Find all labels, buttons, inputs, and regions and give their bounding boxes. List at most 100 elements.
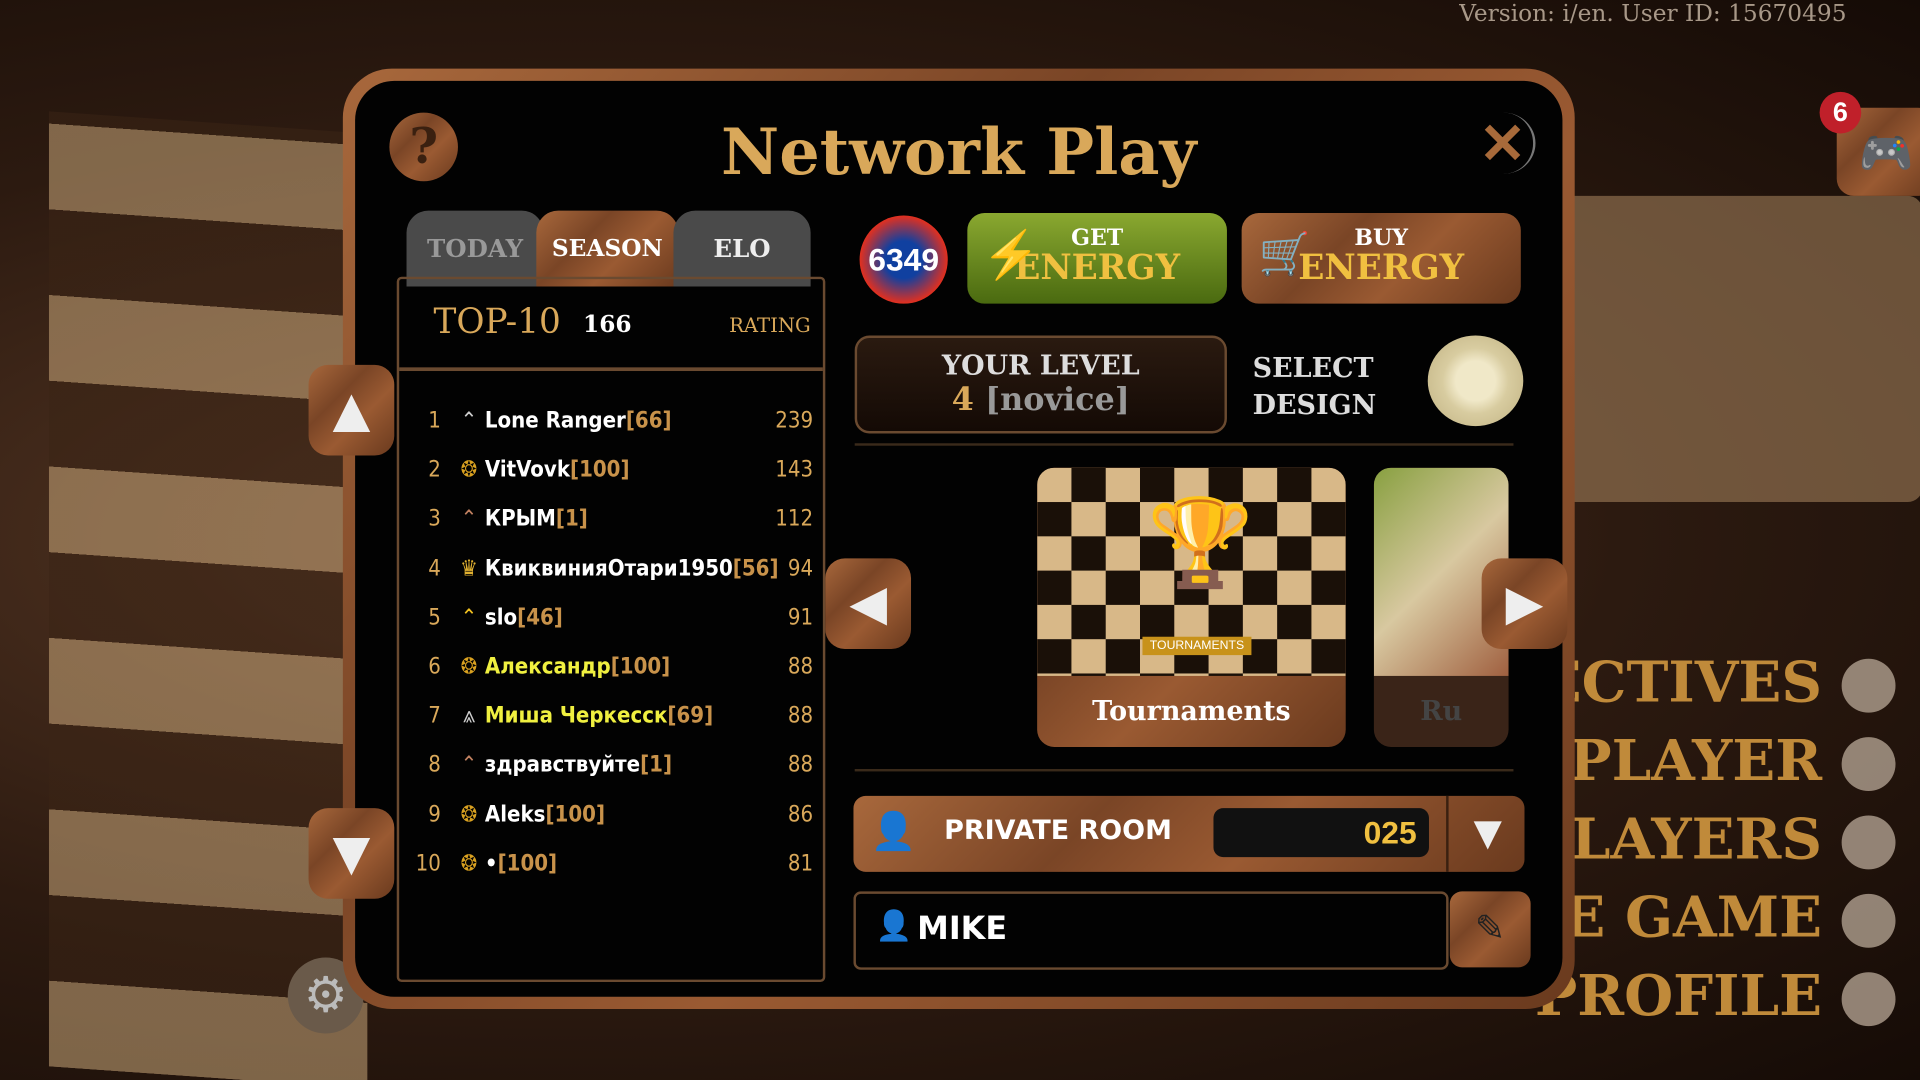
tab-today[interactable]: TODAY	[406, 210, 544, 287]
rank: 2	[428, 456, 441, 483]
player-entry: Aleks[100]	[485, 791, 605, 840]
background-board-right	[1530, 195, 1920, 503]
player-entry: Александр[100]	[485, 643, 670, 692]
tab-season[interactable]: SEASON 166	[536, 210, 679, 338]
player-level: [100]	[570, 456, 630, 483]
player-level: [56]	[732, 555, 779, 582]
rating: 239	[775, 407, 814, 434]
trophy-icon: 🏆	[1147, 492, 1255, 593]
tab-elo[interactable]: ELO	[673, 210, 811, 287]
energy-counter: 6349	[859, 215, 948, 304]
player-name: MIKE	[917, 911, 1008, 948]
leaderboard-row[interactable]: 5 ⌃ slo[46] 91	[411, 594, 813, 643]
rating: 81	[787, 850, 814, 877]
carousel-next-button[interactable]: ▶	[1481, 558, 1568, 649]
tournaments-label: Tournaments	[1092, 695, 1291, 728]
player-level: [1]	[555, 506, 588, 532]
leaderboard-row[interactable]: 10 ❂ •[100] 81	[411, 840, 813, 889]
chevron-silver-triple-icon: ⩓	[462, 703, 476, 729]
player-level: [100]	[610, 653, 671, 680]
rating: 91	[787, 604, 814, 631]
menu-profile[interactable]: PROFILE	[1535, 962, 1822, 1028]
background-board	[48, 111, 368, 1080]
close-button[interactable]: ✕	[1472, 113, 1536, 174]
network-play-dialog: ? Network Play ✕ TODAY SEASON 166 ELO TO…	[308, 68, 1575, 1009]
chevron-gold-icon: ⌃	[460, 604, 478, 631]
carousel-prev-button[interactable]: ◀	[825, 558, 912, 649]
player-name: здравствуйте	[484, 752, 641, 779]
laurel-emblem-icon: ❂	[460, 801, 478, 828]
player-name: •	[484, 850, 498, 877]
your-level-label: YOUR LEVEL	[941, 350, 1140, 383]
leaderboard-row[interactable]: 2 ❂ VitVovk[100] 143	[411, 446, 813, 495]
player-level: [100]	[545, 801, 606, 828]
scroll-up-button[interactable]: ▲	[308, 364, 395, 456]
room-code-input[interactable]: 025	[1213, 808, 1429, 858]
divider	[854, 443, 1514, 446]
player-name: Lone Ranger	[484, 407, 626, 434]
leaderboard-row[interactable]: 3 ⌃ КРЫМ[1] 112	[411, 495, 813, 544]
player-entry: здравствуйте[1]	[485, 741, 672, 790]
select-design-label: SELECT DESIGN	[1252, 352, 1377, 422]
private-room-bar: 👤 PRIVATE ROOM 025 ▼	[853, 795, 1527, 872]
get-energy-button[interactable]: ⚡ GET ENERGY	[967, 213, 1227, 304]
rating-header: RATING	[729, 313, 811, 337]
buy-energy-button[interactable]: 🛒 BUY ENERGY	[1241, 213, 1521, 304]
laurel-emblem-icon: ❂	[460, 456, 478, 483]
leaderboard-row[interactable]: 4 ♛ КвиквинияОтари1950[56] 94	[411, 544, 813, 593]
rating: 94	[787, 555, 814, 582]
player-level: [1]	[640, 752, 673, 779]
player-level: [66]	[625, 407, 672, 434]
private-room-label: PRIVATE ROOM	[944, 815, 1172, 847]
player-entry: КРЫМ[1]	[485, 495, 588, 544]
room-label: Ru	[1420, 695, 1463, 728]
player-name: VitVovk	[484, 456, 571, 483]
player-name: Александр	[484, 653, 611, 680]
player-name: Aleks	[484, 801, 546, 828]
version-info: Version: i/en. User ID: 15670495	[1459, 0, 1847, 27]
rank: 9	[428, 801, 441, 828]
laurel-emblem-icon: ❂	[460, 653, 478, 680]
player-level: [100]	[497, 850, 558, 877]
player-icon	[1841, 737, 1896, 792]
lightning-plus-icon: ⚡	[982, 227, 1040, 282]
level-value: 4	[951, 382, 974, 419]
player-name: Миша Черкесск	[484, 703, 668, 729]
player-entry: Миша Черкесск[69]	[485, 692, 713, 741]
leaderboard-row[interactable]: 9 ❂ Aleks[100] 86	[411, 791, 813, 840]
rank: 1	[428, 407, 441, 434]
gamepad-icon: 🎮	[1858, 128, 1914, 179]
player-entry: КвиквинияОтари1950[56]	[485, 544, 779, 593]
menu-player[interactable]: PLAYER	[1569, 727, 1822, 793]
laurel-emblem-icon: ❂	[460, 850, 478, 877]
dialog-title: Network Play	[720, 115, 1197, 190]
leaderboard-row[interactable]: 7 ⩓ Миша Черкесск[69] 88	[411, 692, 813, 741]
rating: 88	[787, 752, 814, 779]
profile-gear-icon	[1841, 972, 1896, 1027]
objectives-icon	[1841, 658, 1896, 713]
leaderboard-row[interactable]: 8 ⌃ здравствуйте[1] 88	[411, 741, 813, 790]
eagle-emblem-icon: ♛	[460, 555, 478, 582]
design-piece-button[interactable]	[1427, 335, 1524, 427]
leaderboard-row[interactable]: 1 ⌃ Lone Ranger[66] 239	[411, 397, 813, 446]
level-rank: [novice]	[985, 382, 1130, 419]
tournaments-card[interactable]: 🏆 TOURNAMENTS Tournaments	[1037, 467, 1346, 747]
player-level: [46]	[517, 604, 563, 631]
players-icon	[1841, 815, 1896, 870]
rating: 86	[787, 801, 814, 828]
chevron-bronze-icon: ⌃	[460, 752, 478, 779]
rank: 5	[428, 604, 441, 631]
rank: 8	[428, 752, 441, 779]
edit-name-button[interactable]: ✎	[1449, 891, 1531, 968]
room-dropdown-button[interactable]: ▼	[1446, 795, 1527, 872]
leaderboard-row[interactable]: 6 ❂ Александр[100] 88	[411, 643, 813, 692]
rating: 88	[787, 703, 814, 729]
player-name-field[interactable]: 👤 MIKE	[853, 891, 1449, 970]
leaderboard-title: TOP-10	[433, 301, 561, 342]
player-entry: •[100]	[485, 840, 557, 889]
rank: 3	[428, 506, 441, 532]
rating: 143	[775, 456, 814, 483]
player-name: slo	[484, 604, 518, 631]
scroll-down-button[interactable]: ▼	[308, 808, 395, 899]
tournaments-image: 🏆 TOURNAMENTS	[1037, 467, 1346, 676]
